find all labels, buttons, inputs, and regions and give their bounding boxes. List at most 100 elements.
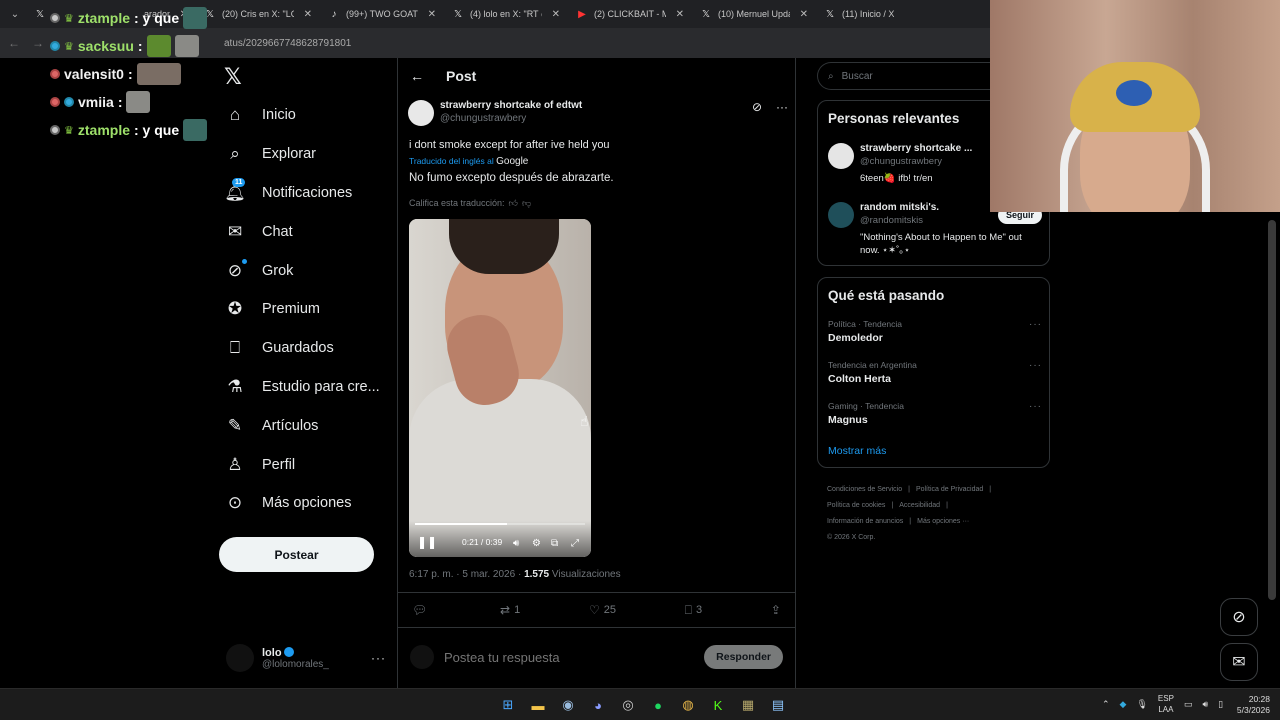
app-tray-icon[interactable]: ◆ xyxy=(1120,699,1127,710)
trend-title: Colton Herta xyxy=(828,373,891,385)
reply-input[interactable] xyxy=(444,649,695,665)
sidebar-item-articulos[interactable]: ✎ Artículos xyxy=(222,406,392,445)
crown-icon: ♛ xyxy=(64,124,74,137)
tab-search-button[interactable]: ⌄ xyxy=(4,3,26,25)
grok-icon[interactable]: ⊘ xyxy=(752,100,762,114)
url-field[interactable]: atus/2029667748628791801 xyxy=(224,38,351,49)
video-progress-bar[interactable] xyxy=(415,523,585,525)
more-icon[interactable]: ··· xyxy=(1029,319,1042,330)
like-button[interactable]: ♡ 25 xyxy=(589,603,616,617)
browser-tab[interactable]: 𝕏(10) Mernuel Update✕ xyxy=(692,0,816,28)
author-handle[interactable]: @chungustrawbery xyxy=(440,113,582,124)
sidebar-item-inicio[interactable]: ⌂ Inicio xyxy=(222,96,392,135)
windows-start-icon[interactable]: ⊞ xyxy=(498,695,518,715)
notepad-icon[interactable]: ▤ xyxy=(768,695,788,715)
trend-item[interactable]: Gaming · Tendencia Magnus ··· xyxy=(828,401,1042,426)
language-indicator[interactable]: ESP LAA xyxy=(1158,693,1174,715)
network-icon[interactable]: ▭ xyxy=(1184,699,1193,710)
avatar[interactable] xyxy=(408,100,434,126)
sidebar-item-notificaciones[interactable]: 🔔︎ 11 Notificaciones xyxy=(222,174,392,213)
notification-count-badge: 11 xyxy=(232,177,246,187)
grok-icon[interactable]: ⊘ xyxy=(1220,598,1258,636)
more-icon[interactable]: ··· xyxy=(1029,360,1042,371)
stream-chat-overlay: ♛ ztample: y que ♛ sacksuu: valensit0: v… xyxy=(50,4,230,144)
reply-button[interactable]: 💬︎ xyxy=(412,603,431,617)
browser-tab[interactable]: ♪(99+) TWO GOATS. Ch✕ xyxy=(320,0,444,28)
chrome-icon[interactable]: ◍ xyxy=(678,695,698,715)
thumbs-down-icon[interactable]: 👎︎ xyxy=(522,198,531,208)
battery-icon[interactable]: ▯ xyxy=(1218,699,1223,710)
pip-icon[interactable]: ⧉ xyxy=(551,538,558,549)
video-frame xyxy=(449,219,559,274)
sidebar-item-estudio[interactable]: ⚗ Estudio para cre... xyxy=(222,368,392,407)
article-icon: ✎ xyxy=(227,415,243,435)
repost-button[interactable]: ⇄ 1 xyxy=(500,603,520,617)
minecraft-icon[interactable]: ▦ xyxy=(738,695,758,715)
footer-link[interactable]: Accesibilidad xyxy=(899,502,940,509)
fullscreen-icon[interactable]: ⤢ xyxy=(571,538,579,549)
sidebar-item-grok[interactable]: ⊘ Grok xyxy=(222,251,392,290)
translation-attribution[interactable]: Traducido del inglés al Google xyxy=(409,156,528,167)
reply-submit-button[interactable]: Responder xyxy=(704,645,783,669)
footer-link[interactable]: Más opciones ··· xyxy=(917,518,969,525)
trend-item[interactable]: Política · Tendencia Demoledor ··· xyxy=(828,319,1042,344)
chevron-up-icon[interactable]: ⌃ xyxy=(1102,699,1110,710)
account-switcher[interactable]: lolo @lolomorales_ ··· xyxy=(226,642,386,674)
back-arrow-icon[interactable]: ← xyxy=(410,68,424,84)
more-icon[interactable]: ··· xyxy=(371,651,386,665)
steam-icon[interactable]: ◉ xyxy=(558,695,578,715)
chat-text: : xyxy=(137,38,143,54)
author-name[interactable]: strawberry shortcake of edtwt xyxy=(440,100,582,111)
close-tab-icon[interactable]: ✕ xyxy=(796,9,808,20)
sidebar-item-mas-opciones[interactable]: ⊙ Más opciones xyxy=(222,484,392,523)
bookmark-button[interactable]: ⎕ 3 xyxy=(685,603,702,618)
more-icon[interactable]: ··· xyxy=(776,100,788,114)
footer-link[interactable]: Condiciones de Servicio xyxy=(827,486,902,493)
spotify-icon[interactable]: ● xyxy=(648,695,668,715)
sidebar-item-guardados[interactable]: ⎕ Guardados xyxy=(222,329,392,368)
search-input[interactable]: ⌕ Buscar xyxy=(817,62,990,90)
discord-icon[interactable]: ◕ xyxy=(588,695,608,715)
footer-separator: | xyxy=(989,486,992,493)
obs-icon[interactable]: ◎ xyxy=(618,695,638,715)
show-more-link[interactable]: Mostrar más xyxy=(828,445,886,457)
footer-link[interactable]: Política de cookies xyxy=(827,502,885,509)
browser-tab[interactable]: 𝕏(4) lolo en X: "RT @C✕ xyxy=(444,0,568,28)
page-scrollbar[interactable] xyxy=(1268,220,1276,600)
footer-link[interactable]: Política de Privacidad xyxy=(916,486,983,493)
video-player[interactable]: ❚❚ 0:21 / 0:39 🔊︎ ⚙ ⧉ ⤢ xyxy=(409,219,591,557)
sidebar-item-premium[interactable]: ✪ Premium xyxy=(222,290,392,329)
share-button[interactable]: ⇪ xyxy=(771,603,781,617)
person-icon: ♙ xyxy=(227,454,243,474)
trend-item[interactable]: Tendencia en Argentina Colton Herta ··· xyxy=(828,360,1042,385)
close-tab-icon[interactable]: ✕ xyxy=(300,9,312,20)
browser-tab[interactable]: ▶(2) CLICKBAIT - Melia✕ xyxy=(568,0,692,28)
pause-icon[interactable]: ❚❚ xyxy=(417,535,437,549)
post-button[interactable]: Postear xyxy=(219,537,374,572)
browser-tab-active[interactable]: 𝕏 (11) Inicio / X xyxy=(816,0,916,28)
back-arrow-icon[interactable]: ← xyxy=(4,36,24,50)
file-explorer-icon[interactable]: ▬ xyxy=(528,695,548,715)
more-icon[interactable]: ··· xyxy=(1029,401,1042,412)
messages-icon[interactable]: ✉ xyxy=(1220,643,1258,681)
chat-message: vmiia: xyxy=(50,88,230,116)
close-tab-icon[interactable]: ✕ xyxy=(424,9,436,20)
post-timestamp[interactable]: 6:17 p. m. · 5 mar. 2026 · xyxy=(409,569,521,580)
close-tab-icon[interactable]: ✕ xyxy=(548,9,560,20)
chat-username: ztample xyxy=(77,10,130,26)
close-tab-icon[interactable]: ✕ xyxy=(672,9,684,20)
sidebar-item-chat[interactable]: ✉ Chat xyxy=(222,212,392,251)
thumbs-up-icon[interactable]: 👍︎ xyxy=(509,198,518,208)
volume-icon[interactable]: 🔊︎ xyxy=(513,538,519,549)
x-logo-icon[interactable]: 𝕏 xyxy=(224,64,248,89)
forward-arrow-icon[interactable]: → xyxy=(28,36,48,50)
footer-separator: | xyxy=(908,486,910,493)
sidebar-item-perfil[interactable]: ♙ Perfil xyxy=(222,445,392,484)
volume-icon[interactable]: 🔊︎ xyxy=(1202,699,1208,710)
sidebar-item-explorar[interactable]: ⌕ Explorar xyxy=(222,135,392,174)
kick-icon[interactable]: K xyxy=(708,695,728,715)
settings-icon[interactable]: ⚙ xyxy=(532,538,541,549)
system-clock[interactable]: 20:28 5/3/2026 xyxy=(1237,694,1270,716)
microphone-icon[interactable]: 🎙︎ xyxy=(1136,699,1147,710)
footer-link[interactable]: Información de anuncios xyxy=(827,518,903,525)
